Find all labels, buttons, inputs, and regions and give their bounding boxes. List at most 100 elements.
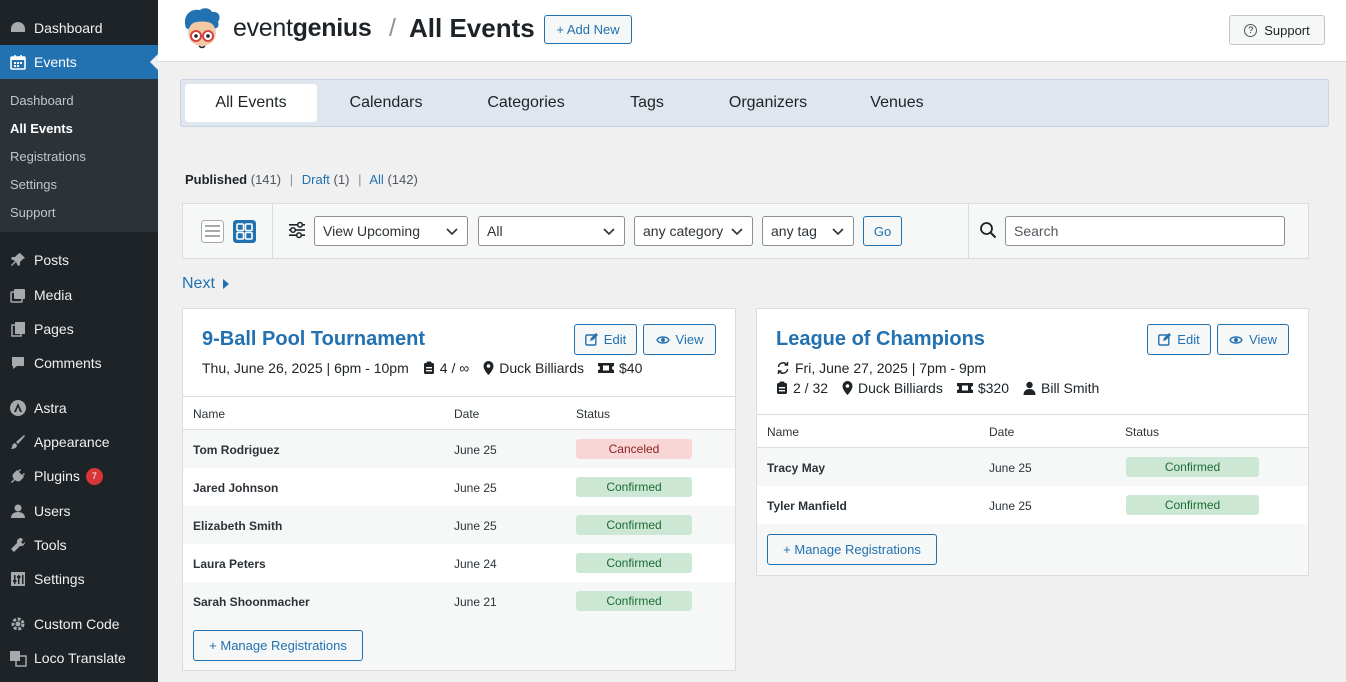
table-row[interactable]: Laura Peters June 24 Confirmed — [183, 544, 735, 582]
event-capacity: 4 / ∞ — [439, 360, 470, 376]
tab-venues[interactable]: Venues — [851, 84, 943, 122]
eye-icon — [655, 335, 670, 344]
event-card: League of Champions Edit View Fri, June … — [756, 308, 1309, 576]
table-row[interactable]: Sarah Shoonmacher June 21 Confirmed — [183, 582, 735, 620]
menu-label: Custom Code — [34, 616, 120, 632]
event-title-link[interactable]: 9-Ball Pool Tournament — [202, 328, 425, 351]
menu-appearance[interactable]: Appearance — [0, 425, 158, 459]
submenu-support[interactable]: Support — [0, 199, 158, 227]
event-date: Fri, June 27, 2025 | 7pm - 9pm — [795, 360, 987, 376]
tab-all-events[interactable]: All Events — [185, 84, 317, 122]
event-date: Thu, June 26, 2025 | 6pm - 10pm — [202, 360, 409, 376]
page-title: All Events — [409, 13, 535, 43]
registration-date: June 25 — [454, 481, 497, 495]
eye-icon — [1229, 335, 1243, 344]
menu-tools[interactable]: Tools — [0, 528, 158, 562]
table-row[interactable]: Jared Johnson June 25 Confirmed — [183, 468, 735, 506]
search-input[interactable] — [1005, 216, 1285, 246]
menu-astra[interactable]: Astra — [0, 391, 158, 425]
menu-users[interactable]: Users — [0, 494, 158, 528]
submenu-dashboard[interactable]: Dashboard — [0, 87, 158, 115]
section-tabs: All Events Calendars Categories Tags Org… — [180, 79, 1329, 127]
eventgenius-logo-icon — [184, 8, 220, 49]
menu-label: Users — [34, 503, 71, 519]
attendee-name: Laura Peters — [193, 557, 266, 571]
event-title-link[interactable]: League of Champions — [776, 328, 985, 351]
menu-label: Posts — [34, 252, 70, 268]
select-value: View Upcoming — [323, 223, 421, 239]
menu-events[interactable]: Events — [0, 45, 158, 79]
event-date-line: Fri, June 27, 2025 | 7pm - 9pm — [776, 360, 986, 376]
menu-settings[interactable]: Settings — [0, 562, 158, 596]
tag-select[interactable]: any tag — [762, 216, 854, 246]
edit-button[interactable]: Edit — [574, 324, 637, 355]
menu-custom-code[interactable]: Custom Code — [0, 607, 158, 641]
submenu-settings[interactable]: Settings — [0, 171, 158, 199]
manage-registrations-button[interactable]: + Manage Registrations — [767, 534, 937, 565]
translate-icon — [8, 648, 28, 668]
menu-label: Comments — [34, 355, 102, 371]
table-row[interactable]: Elizabeth Smith June 25 Confirmed — [183, 506, 735, 544]
capacity-icon — [423, 361, 435, 375]
category-select[interactable]: any category — [634, 216, 753, 246]
menu-plugins[interactable]: Plugins 7 — [0, 459, 158, 493]
submenu-all-events[interactable]: All Events — [0, 115, 158, 143]
event-card: 9-Ball Pool Tournament Edit View Thu, Ju… — [182, 308, 736, 671]
table-row[interactable]: Tyler Manfield June 25 Confirmed — [757, 486, 1308, 524]
add-new-button[interactable]: + Add New — [544, 15, 632, 44]
menu-label: Events — [34, 54, 77, 70]
view-upcoming-select[interactable]: View Upcoming — [314, 216, 468, 246]
column-name: Name — [193, 407, 226, 421]
brand-bold: genius — [292, 14, 372, 42]
manage-registrations-button[interactable]: + Manage Registrations — [193, 630, 363, 661]
menu-pages[interactable]: Pages — [0, 312, 158, 346]
go-button[interactable]: Go — [863, 216, 902, 246]
title-separator: / — [389, 14, 396, 42]
event-meta: 2 / 32 Duck Billiards $320 Bill Smith — [776, 380, 1099, 396]
ticket-icon — [598, 362, 615, 374]
brush-icon — [8, 432, 28, 452]
calendar-select[interactable]: All — [478, 216, 625, 246]
menu-posts[interactable]: Posts — [0, 243, 158, 277]
view-button[interactable]: View — [643, 324, 716, 355]
table-row[interactable]: Tracy May June 25 Confirmed — [757, 448, 1308, 486]
menu-media[interactable]: Media — [0, 278, 158, 312]
pipe-separator: | — [358, 172, 362, 187]
event-meta: Thu, June 26, 2025 | 6pm - 10pm 4 / ∞ Du… — [202, 360, 642, 376]
grid-view-icon[interactable] — [233, 220, 256, 243]
view-button[interactable]: View — [1217, 324, 1289, 355]
status-draft[interactable]: Draft — [302, 172, 330, 187]
tab-categories[interactable]: Categories — [469, 84, 583, 122]
edit-button[interactable]: Edit — [1147, 324, 1211, 355]
view-label: View — [1249, 332, 1277, 347]
menu-label: Appearance — [34, 434, 110, 450]
events-submenu: Dashboard All Events Registrations Setti… — [0, 79, 158, 232]
tab-organizers[interactable]: Organizers — [709, 84, 827, 122]
status-all[interactable]: All — [369, 172, 383, 187]
support-button[interactable]: ? Support — [1229, 15, 1325, 45]
registration-date: June 25 — [454, 519, 497, 533]
attendee-name: Tracy May — [767, 461, 826, 475]
next-page-link[interactable]: Next — [182, 275, 231, 293]
menu-loco-translate[interactable]: Loco Translate — [0, 641, 158, 675]
attendee-name: Jared Johnson — [193, 481, 279, 495]
table-header: Name Date Status — [757, 414, 1308, 448]
select-value: All — [487, 223, 503, 239]
status-published[interactable]: Published — [185, 172, 247, 187]
registration-date: June 25 — [989, 499, 1032, 513]
capacity-icon — [776, 381, 788, 395]
tab-calendars[interactable]: Calendars — [329, 84, 443, 122]
menu-dashboard[interactable]: Dashboard — [0, 11, 158, 45]
menu-comments[interactable]: Comments — [0, 346, 158, 380]
menu-label: Loco Translate — [34, 650, 126, 666]
submenu-registrations[interactable]: Registrations — [0, 143, 158, 171]
column-date: Date — [989, 425, 1015, 439]
published-count: (141) — [250, 172, 282, 187]
list-view-icon[interactable] — [201, 220, 224, 243]
astra-icon — [8, 398, 28, 418]
toolbar-divider — [272, 204, 273, 258]
gear-icon — [8, 614, 28, 634]
table-row[interactable]: Tom Rodriguez June 25 Canceled — [183, 430, 735, 468]
tab-tags[interactable]: Tags — [609, 84, 685, 122]
menu-label: Media — [34, 287, 73, 303]
